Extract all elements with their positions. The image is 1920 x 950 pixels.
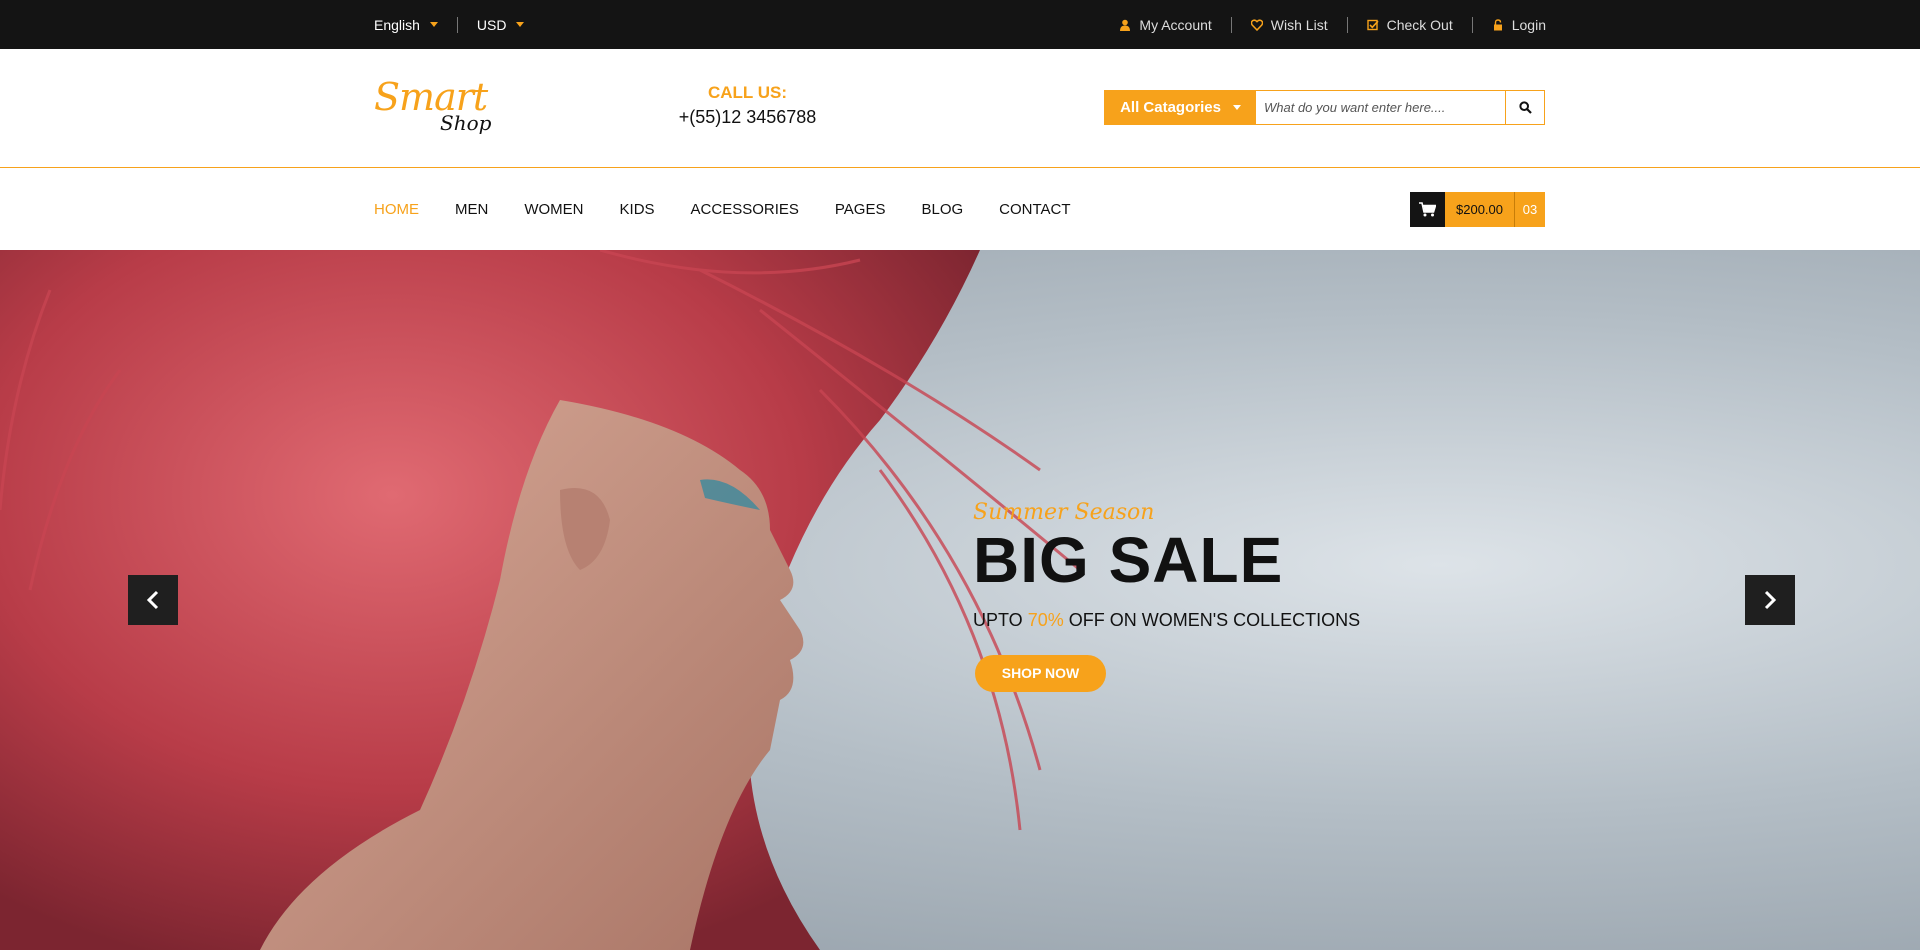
search-button[interactable]: [1505, 91, 1544, 124]
logo[interactable]: Smart Shop: [374, 75, 494, 141]
search-icon: [1518, 101, 1532, 114]
lock-icon: [1493, 18, 1502, 30]
heart-icon: [1250, 18, 1263, 31]
nav-item-pages[interactable]: PAGES: [835, 201, 886, 218]
my-account-label: My Account: [1139, 16, 1212, 33]
category-label: All Catagories: [1120, 99, 1221, 116]
shop-now-button[interactable]: SHOP NOW: [975, 655, 1106, 693]
nav-item-men[interactable]: MEN: [455, 201, 488, 218]
divider: [456, 16, 458, 33]
cart-icon: [1419, 202, 1436, 217]
wish-list-link[interactable]: Wish List: [1250, 16, 1328, 33]
chevron-left-icon: [146, 590, 159, 610]
wish-list-label: Wish List: [1270, 16, 1328, 33]
caret-down-icon: [516, 22, 525, 27]
main-nav: HOME MEN WOMEN KIDS ACCESSORIES PAGES BL…: [0, 169, 1920, 250]
next-slide-button[interactable]: [1745, 575, 1795, 625]
check-icon: [1366, 19, 1379, 30]
nav-item-accessories[interactable]: ACCESSORIES: [691, 201, 799, 218]
nav-item-women[interactable]: WOMEN: [524, 201, 583, 218]
call-us: CALL US: +(55)12 3456788: [660, 83, 835, 128]
cart-button[interactable]: $200.00 03: [1410, 192, 1545, 227]
nav-item-contact[interactable]: CONTACT: [999, 201, 1070, 218]
nav-item-kids[interactable]: KIDS: [620, 201, 655, 218]
prev-slide-button[interactable]: [128, 575, 178, 625]
cart-total: $200.00: [1445, 192, 1515, 227]
search-input[interactable]: [1256, 91, 1505, 124]
slide-caption: Summer Season BIG SALE UPTO 70% OFF ON W…: [973, 500, 1360, 693]
nav-menu: HOME MEN WOMEN KIDS ACCESSORIES PAGES BL…: [374, 169, 1107, 250]
divider: [1346, 16, 1348, 33]
search-bar: All Catagories: [1104, 90, 1545, 125]
subtitle-prefix: UPTO: [973, 610, 1028, 631]
language-selector[interactable]: English: [374, 17, 438, 33]
top-bar: English USD My Account Wish List Check O…: [0, 0, 1920, 49]
category-dropdown[interactable]: All Catagories: [1105, 91, 1256, 124]
subtitle-suffix: OFF ON WOMEN'S COLLECTIONS: [1063, 610, 1361, 631]
call-us-label: CALL US:: [707, 83, 787, 102]
check-out-label: Check Out: [1386, 16, 1453, 33]
discount-highlight: 70%: [1027, 610, 1064, 631]
site-header: Smart Shop CALL US: +(55)12 3456788 All …: [0, 49, 1920, 168]
divider: [1230, 16, 1232, 33]
chevron-right-icon: [1764, 590, 1777, 610]
user-icon: [1120, 19, 1131, 31]
currency-label: USD: [476, 16, 507, 33]
slide-subtitle: UPTO 70% OFF ON WOMEN'S COLLECTIONS: [973, 610, 1360, 631]
language-label: English: [374, 16, 420, 33]
cart-count: 03: [1515, 192, 1545, 227]
login-label: Login: [1511, 16, 1546, 33]
nav-item-home[interactable]: HOME: [374, 201, 419, 218]
hero-slider: Summer Season BIG SALE UPTO 70% OFF ON W…: [0, 250, 1920, 950]
caret-down-icon: [1232, 105, 1241, 110]
currency-selector[interactable]: USD: [477, 17, 525, 33]
phone-number: +(55)12 3456788: [678, 107, 817, 127]
divider: [1471, 16, 1473, 33]
slide-kicker: Summer Season: [973, 500, 1155, 525]
check-out-link[interactable]: Check Out: [1366, 16, 1453, 33]
my-account-link[interactable]: My Account: [1119, 16, 1212, 33]
hero-image: [0, 250, 1081, 950]
login-link[interactable]: Login: [1492, 17, 1546, 33]
nav-item-blog[interactable]: BLOG: [921, 201, 963, 218]
logo-text-shop: Shop: [440, 111, 492, 135]
slide-title: BIG SALE: [973, 524, 1284, 596]
cart-icon-box: [1410, 192, 1445, 227]
caret-down-icon: [429, 22, 438, 27]
